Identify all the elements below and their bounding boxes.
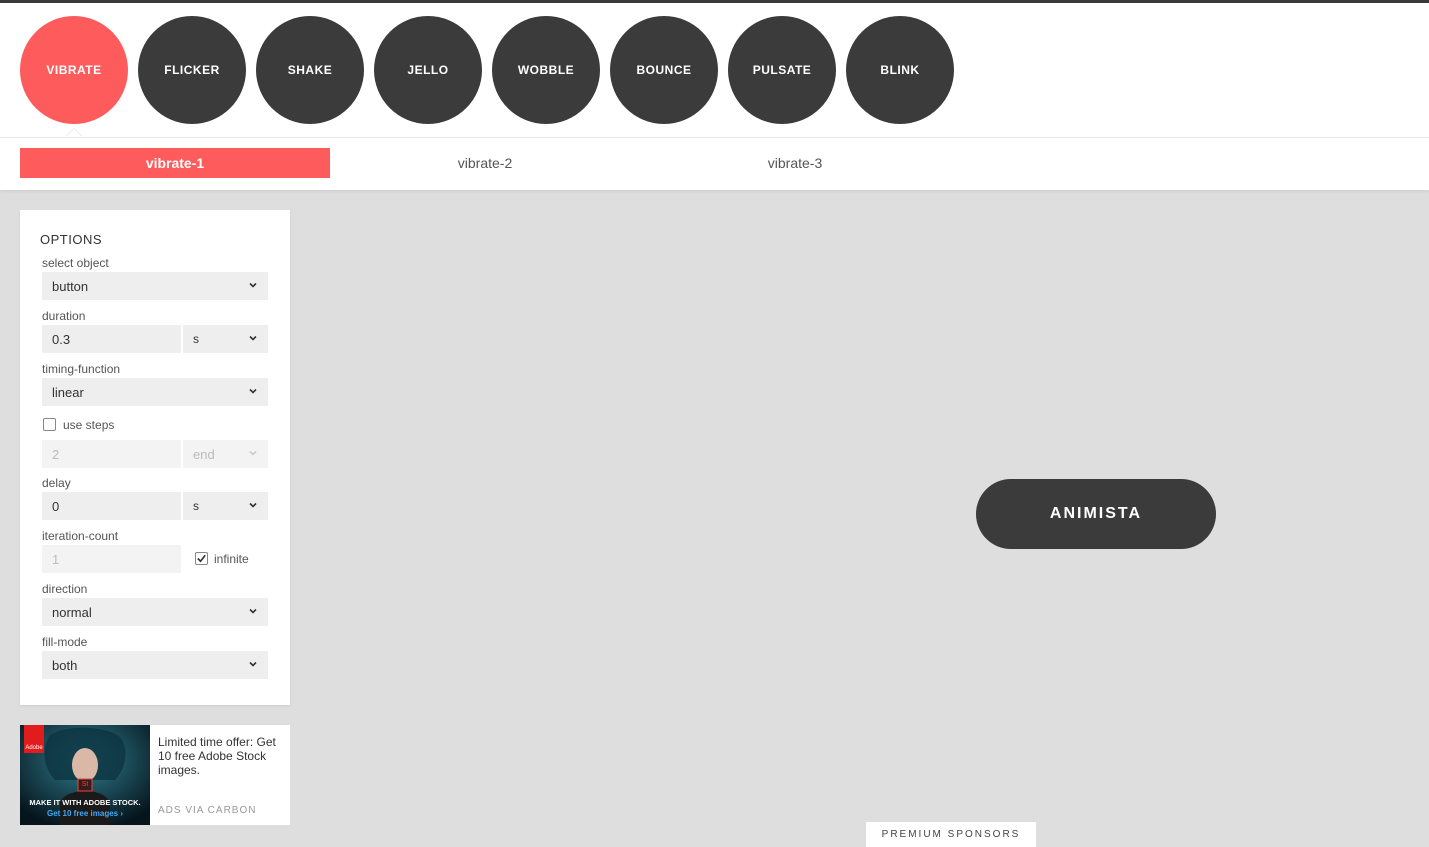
delay-value: 0 [52, 498, 60, 514]
ads-via-carbon-link[interactable]: ADS VIA CARBON [158, 805, 256, 816]
ad-caption: MAKE IT WITH ADOBE STOCK. [29, 798, 141, 807]
duration-value: 0.3 [52, 331, 71, 347]
tab-vibrate-1[interactable]: vibrate-1 [20, 148, 330, 178]
nav-shake[interactable]: SHAKE [256, 16, 364, 124]
tab-vibrate-3[interactable]: vibrate-3 [640, 148, 950, 178]
ad-description[interactable]: Limited time offer: Get 10 free Adobe St… [158, 735, 282, 777]
chevron-down-icon [249, 450, 257, 456]
steps-input[interactable]: 2 [42, 440, 181, 468]
nav-pulsate[interactable]: PULSATE [728, 16, 836, 124]
nav-wobble[interactable]: WOBBLE [492, 16, 600, 124]
carbon-ad[interactable]: Adobe St MAKE IT WITH ADOBE STOCK. Get 1… [20, 725, 290, 825]
chevron-down-icon [249, 502, 257, 508]
effect-nav: VIBRATE FLICKER SHAKE JELLO WOBBLE BOUNC… [0, 3, 1429, 138]
duration-label: duration [42, 309, 86, 323]
infinite-checkbox[interactable] [195, 552, 208, 565]
select-object-dropdown[interactable]: button [42, 272, 268, 300]
stock-badge: St [79, 780, 91, 790]
direction-label: direction [42, 582, 88, 596]
infinite-label: infinite [214, 552, 249, 566]
iteration-count-value: 1 [52, 551, 60, 567]
direction-value: normal [52, 604, 92, 620]
fill-mode-label: fill-mode [42, 635, 88, 649]
chevron-down-icon [249, 608, 257, 614]
use-steps-label: use steps [63, 418, 115, 432]
nav-jello[interactable]: JELLO [374, 16, 482, 124]
direction-dropdown[interactable]: normal [42, 598, 268, 626]
duration-input[interactable]: 0.3 [42, 325, 181, 353]
nav-vibrate[interactable]: VIBRATE [20, 16, 128, 124]
steps-position-dropdown[interactable]: end [183, 440, 268, 468]
select-object-value: button [52, 278, 89, 294]
delay-unit-dropdown[interactable]: s [183, 492, 268, 520]
iteration-count-label: iteration-count [42, 529, 119, 543]
timing-function-dropdown[interactable]: linear [42, 378, 268, 406]
nav-flicker[interactable]: FLICKER [138, 16, 246, 124]
duration-unit-dropdown[interactable]: s [183, 325, 268, 353]
select-object-label: select object [42, 256, 109, 270]
fill-mode-value: both [52, 657, 78, 673]
options-title: OPTIONS [40, 232, 103, 247]
animista-demo-button[interactable]: ANIMISTA [976, 479, 1216, 549]
nav-bounce[interactable]: BOUNCE [610, 16, 718, 124]
nav-blink[interactable]: BLINK [846, 16, 954, 124]
chevron-down-icon [249, 335, 257, 341]
stock-badge-text: St [81, 781, 89, 788]
steps-value: 2 [52, 446, 60, 462]
chevron-down-icon [249, 388, 257, 394]
adobe-logo-text: Adobe [25, 745, 43, 751]
delay-unit-value: s [193, 499, 199, 513]
fill-mode-dropdown[interactable]: both [42, 651, 268, 679]
delay-input[interactable]: 0 [42, 492, 181, 520]
options-panel: OPTIONS select object button duration 0.… [20, 210, 290, 705]
ad-image[interactable]: Adobe St MAKE IT WITH ADOBE STOCK. Get 1… [20, 725, 150, 825]
adobe-logo: Adobe [24, 725, 44, 753]
chevron-down-icon [249, 661, 257, 667]
variant-tabs: vibrate-1 vibrate-2 vibrate-3 [0, 138, 1429, 190]
chevron-down-icon [249, 282, 257, 288]
active-caret [66, 128, 82, 136]
delay-label: delay [42, 476, 71, 490]
checkmark-icon [197, 554, 206, 563]
premium-sponsors-tab[interactable]: PREMIUM SPONSORS [866, 822, 1036, 847]
timing-function-label: timing-function [42, 362, 121, 376]
iteration-count-input[interactable]: 1 [42, 545, 181, 573]
use-steps-checkbox[interactable] [43, 418, 56, 431]
timing-function-value: linear [52, 384, 84, 400]
steps-position-value: end [193, 446, 215, 462]
tab-vibrate-2[interactable]: vibrate-2 [330, 148, 640, 178]
duration-unit-value: s [193, 332, 199, 346]
ad-cta: Get 10 free images › [46, 809, 124, 818]
